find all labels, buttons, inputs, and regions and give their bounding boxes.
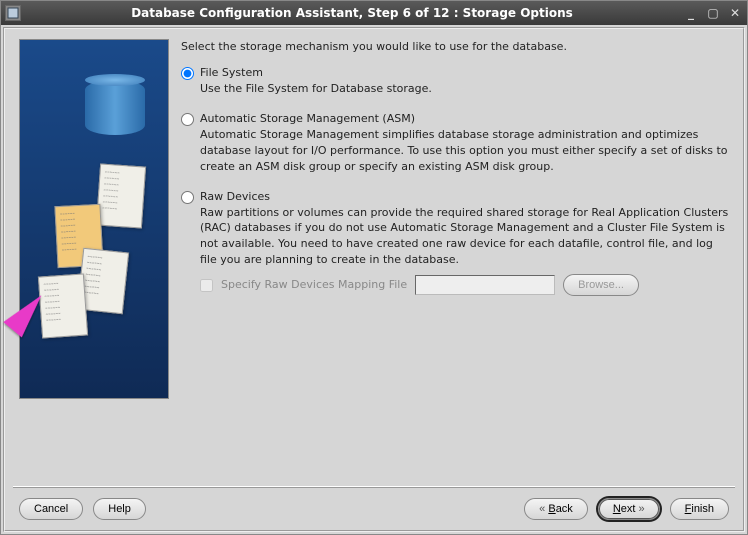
mapping-label: Specify Raw Devices Mapping File [221, 277, 407, 293]
radio-file-system[interactable] [181, 67, 194, 80]
maximize-button[interactable]: ▢ [705, 6, 721, 20]
radio-raw[interactable] [181, 191, 194, 204]
next-button[interactable]: Next » [598, 498, 660, 520]
option-desc: Use the File System for Database storage… [200, 81, 729, 97]
option-file-system: File System Use the File System for Data… [181, 65, 729, 97]
minimize-button[interactable]: _ [683, 6, 699, 20]
cancel-button[interactable]: Cancel [19, 498, 83, 520]
option-label[interactable]: File System [200, 65, 263, 81]
chevron-right-icon: » [635, 503, 644, 515]
option-desc: Raw partitions or volumes can provide th… [200, 205, 729, 269]
help-button[interactable]: Help [93, 498, 146, 520]
radio-asm[interactable] [181, 113, 194, 126]
mapping-row: Specify Raw Devices Mapping File Browse.… [200, 274, 729, 296]
app-icon [5, 5, 21, 21]
finish-button[interactable]: Finish [670, 498, 729, 520]
mapping-file-input [415, 275, 555, 295]
option-asm: Automatic Storage Management (ASM) Autom… [181, 111, 729, 175]
option-desc: Automatic Storage Management simplifies … [200, 127, 729, 175]
window-title: Database Configuration Assistant, Step 6… [27, 6, 677, 20]
titlebar: Database Configuration Assistant, Step 6… [1, 1, 747, 25]
footer: Cancel Help « Back Next » Finish [5, 494, 743, 530]
chevron-left-icon: « [539, 503, 548, 515]
mapping-checkbox [200, 279, 213, 292]
content: Select the storage mechanism you would l… [3, 27, 745, 532]
close-button[interactable]: ✕ [727, 6, 743, 20]
option-label[interactable]: Automatic Storage Management (ASM) [200, 111, 415, 127]
dbca-window: Database Configuration Assistant, Step 6… [0, 0, 748, 535]
back-button[interactable]: « Back [524, 498, 588, 520]
browse-button: Browse... [563, 274, 639, 296]
separator [13, 486, 735, 488]
prompt-text: Select the storage mechanism you would l… [181, 39, 729, 55]
main-pane: Select the storage mechanism you would l… [181, 39, 729, 480]
option-raw: Raw Devices Raw partitions or volumes ca… [181, 189, 729, 297]
wizard-illustration [19, 39, 169, 399]
option-label[interactable]: Raw Devices [200, 189, 270, 205]
